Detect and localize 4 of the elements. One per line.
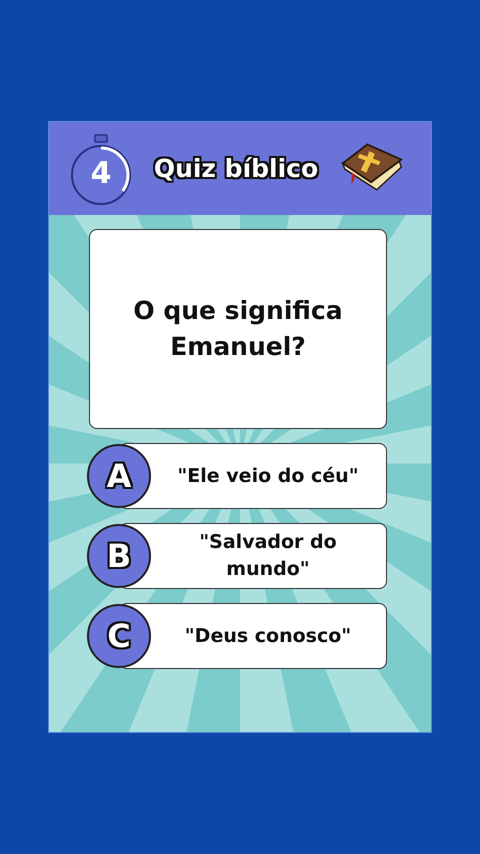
question-text: O que significa Emanuel? <box>132 294 344 363</box>
quiz-title: Quiz bíblico <box>152 154 320 183</box>
timer-number: 4 <box>90 156 112 190</box>
stopwatch-icon <box>69 132 133 204</box>
